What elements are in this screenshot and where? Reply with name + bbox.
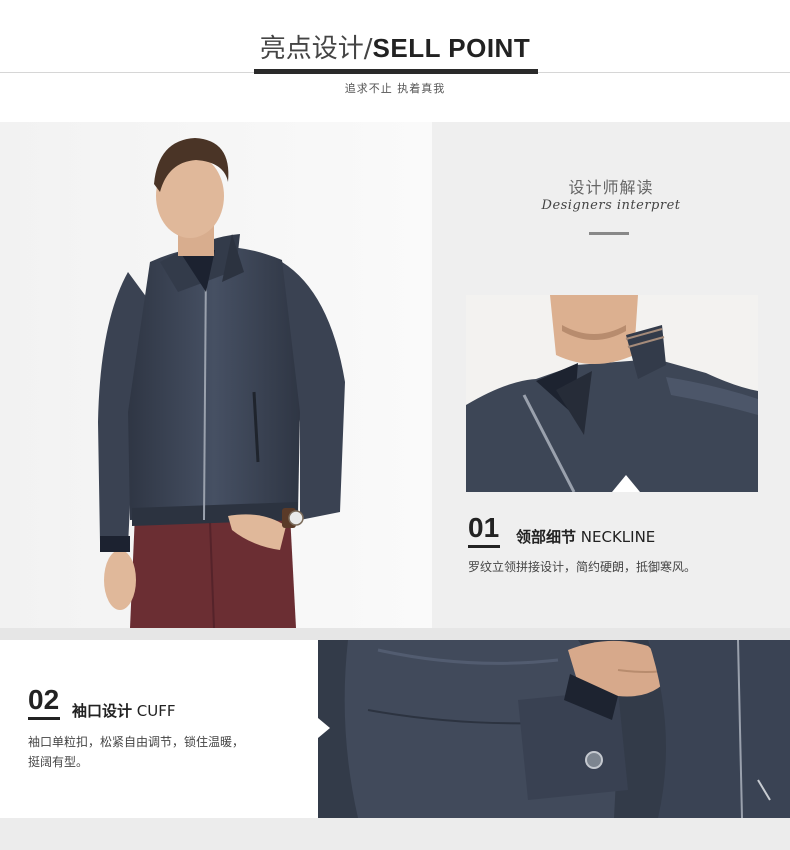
feature-title: 袖口设计 CUFF <box>72 700 176 721</box>
feature-description: 罗纹立领拼接设计，简约硬朗，抵御寒风。 <box>468 560 697 574</box>
title-cn: 亮点设计/ <box>259 34 373 64</box>
feature-number: 02 <box>28 684 60 715</box>
feature-title-cn: 领部细节 <box>516 528 577 546</box>
interpret-divider <box>589 232 629 235</box>
designer-interpret-panel: 设计师解读 Designers interpret 01 领部细节 NECKLI… <box>432 122 790 628</box>
feature-section-neckline: 设计师解读 Designers interpret 01 领部细节 NECKLI… <box>0 122 790 640</box>
cuff-detail-photo <box>318 640 790 818</box>
section-title: 亮点设计/SELL POINT <box>0 30 790 67</box>
feature-title-cn: 袖口设计 <box>72 702 133 720</box>
feature-title-en: CUFF <box>136 702 176 720</box>
photo-pointer-notch <box>318 718 330 738</box>
feature-number-underline <box>28 717 60 720</box>
feature-section-cuff: 02 袖口设计 CUFF 袖口单粒扣，松紧自由调节，锁住温暖， 挺阔有型。 <box>0 640 790 818</box>
feature-description: 袖口单粒扣，松紧自由调节，锁住温暖， 挺阔有型。 <box>28 732 298 772</box>
title-underline-bar <box>254 69 538 74</box>
feature-number-underline <box>468 545 500 548</box>
feature-description-line: 袖口单粒扣，松紧自由调节，锁住温暖， <box>28 735 245 749</box>
section-divider-strip <box>0 628 790 640</box>
feature-title-en: NECKLINE <box>580 528 656 546</box>
section-subtitle: 追求不止 执着真我 <box>344 82 446 95</box>
model-full-body-photo <box>0 122 432 628</box>
section-header: 亮点设计/SELL POINT 追求不止 执着真我 <box>0 0 790 122</box>
neckline-detail-photo <box>466 295 758 492</box>
feature-number: 01 <box>468 512 500 543</box>
interpret-title-cn: 设计师解读 <box>568 178 654 197</box>
feature-description-line: 挺阔有型。 <box>28 755 89 769</box>
title-en: SELL POINT <box>372 33 531 63</box>
bottom-divider-strip <box>0 818 790 850</box>
feature-title: 领部细节 NECKLINE <box>516 526 655 547</box>
interpret-title-en: Designers interpret <box>541 198 681 213</box>
